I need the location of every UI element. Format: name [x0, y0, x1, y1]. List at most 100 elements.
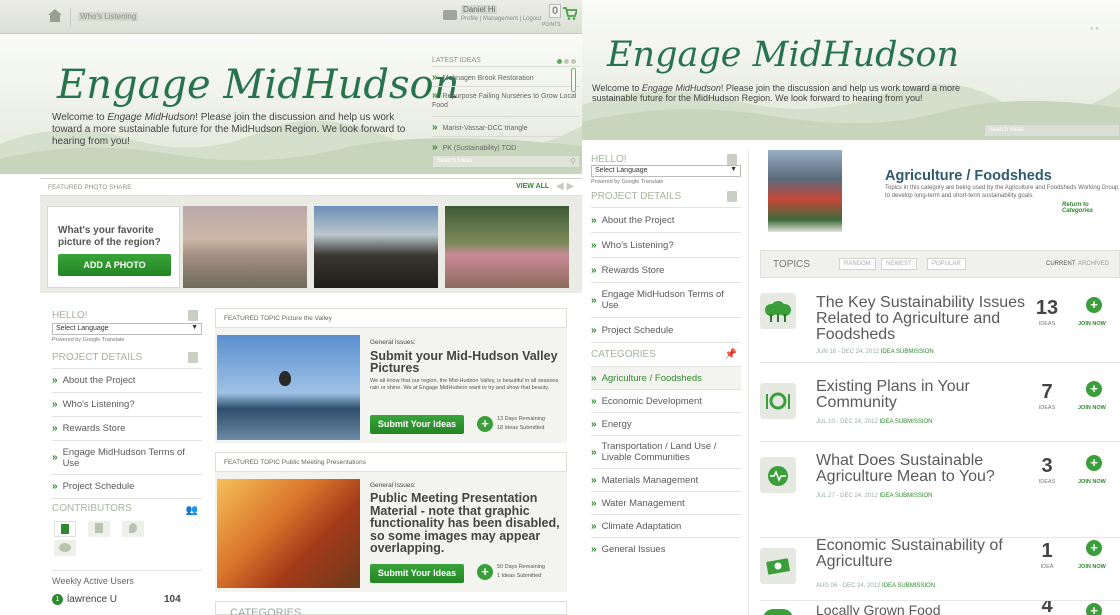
join-pin-icon[interactable]: [1086, 297, 1102, 317]
ideas-search-input[interactable]: Search Ideas: [984, 124, 1120, 137]
topic-title[interactable]: Existing Plans in Your Community: [816, 379, 1031, 411]
latest-idea-item[interactable]: » Mohnagen Brook Restoration: [432, 67, 580, 92]
leaderboard-row[interactable]: 1 lawrence U 104: [52, 594, 202, 614]
join-pin-icon[interactable]: [1086, 540, 1102, 560]
award-tab[interactable]: [88, 521, 110, 537]
topic-row[interactable]: Locally Grown Food 4: [760, 600, 1120, 615]
site-logo[interactable]: Engage MidHudson: [607, 35, 959, 75]
nav-rewards-store[interactable]: » Rewards Store: [52, 416, 202, 440]
user-name[interactable]: Daniel Hi: [461, 5, 498, 14]
language-select[interactable]: Select Language ▼: [591, 165, 741, 177]
nav-project-schedule[interactable]: » Project Schedule: [591, 317, 741, 342]
home-icon[interactable]: [48, 9, 62, 22]
sort-popular-button[interactable]: POPULAR: [927, 258, 966, 270]
balloon-graphic: [279, 371, 291, 386]
topic-title[interactable]: The Key Sustainability Issues Related to…: [816, 295, 1031, 343]
return-to-categories-link[interactable]: Return to Categories: [1062, 202, 1120, 214]
nav-whos-listening[interactable]: » Who's Listening?: [52, 392, 202, 416]
nav-about-project[interactable]: » About the Project: [591, 207, 741, 232]
join-now-link[interactable]: JOIN NOW: [1078, 405, 1106, 411]
user-avatar-icon: [443, 10, 457, 20]
carousel-dots[interactable]: [555, 56, 576, 67]
join-now-link[interactable]: JOIN NOW: [1078, 564, 1106, 570]
idea-pin-icon: [477, 564, 493, 584]
photo-question: What's your favorite picture of the regi…: [58, 225, 161, 248]
category-climate-adaptation[interactable]: » Climate Adaptation: [591, 514, 741, 537]
sort-random-button[interactable]: RANDOM: [839, 258, 876, 270]
category-economic-development[interactable]: » Economic Development: [591, 389, 741, 412]
categories-header-partial: CATEGORIES: [215, 601, 567, 615]
sort-newest-button[interactable]: NEWEST: [881, 258, 917, 270]
carousel-dots[interactable]: ● ●: [1090, 26, 1099, 32]
left-screenshot: Who's Listening Daniel Hi Profile | Mana…: [0, 0, 582, 615]
topic-title[interactable]: Public Meeting Presentation Material - n…: [370, 492, 568, 555]
join-pin-icon[interactable]: [1086, 455, 1102, 475]
topic-row[interactable]: What Does Sustainable Agriculture Mean t…: [760, 443, 1120, 538]
filter-archived-tab[interactable]: ARCHIVED: [1078, 261, 1109, 267]
photo-landscape[interactable]: [183, 206, 307, 288]
join-now-link[interactable]: JOIN NOW: [1078, 479, 1106, 485]
join-now-link[interactable]: JOIN NOW: [1078, 321, 1106, 327]
submit-ideas-button[interactable]: Submit Your Ideas: [370, 415, 464, 434]
nav-whos-listening[interactable]: » Who's Listening?: [591, 232, 741, 257]
view-all-link[interactable]: VIEW ALL: [516, 183, 549, 190]
search-icon[interactable]: ⚲: [570, 157, 576, 166]
nav-terms-of-use[interactable]: » Engage MidHudson Terms of Use: [591, 282, 741, 317]
categories-heading: CATEGORIES 📌: [591, 342, 741, 366]
points-count: 0: [549, 4, 562, 18]
scroll-handle[interactable]: [571, 68, 576, 92]
latest-idea-item[interactable]: » Marist-Vassar-DCC triangle: [432, 117, 580, 137]
photo-children[interactable]: [445, 206, 569, 288]
site-logo[interactable]: Engage MidHudson: [57, 62, 459, 108]
topic-row[interactable]: Existing Plans in Your Community JUL 10 …: [760, 365, 1120, 442]
comment-tab[interactable]: [54, 540, 76, 556]
join-pin-icon[interactable]: [1086, 603, 1102, 615]
document-icon: [188, 352, 198, 363]
topic-title[interactable]: Submit your Mid-Hudson Valley Pictures: [370, 350, 565, 375]
category-materials-management[interactable]: » Materials Management: [591, 468, 741, 491]
leader-name[interactable]: lawrence U: [67, 594, 117, 605]
category-transportation[interactable]: » Transportation / Land Use / Livable Com…: [591, 435, 741, 468]
carousel-arrows-icon[interactable]: ◀ ▶: [556, 181, 574, 192]
topic-row[interactable]: The Key Sustainability Issues Related to…: [760, 285, 1120, 363]
cart-icon[interactable]: [563, 7, 579, 20]
category-photo: [768, 150, 842, 232]
topic-title[interactable]: Locally Grown Food: [816, 602, 1031, 615]
contributor-tabs[interactable]: [52, 518, 202, 556]
user-links[interactable]: Profile | Management | Logout: [461, 16, 541, 22]
filter-current-tab[interactable]: CURRENT: [1046, 261, 1075, 267]
ideas-search-input[interactable]: Search Ideas ⚲: [432, 155, 580, 168]
latest-idea-item[interactable]: » PK (Sustainability) TOD: [432, 137, 580, 155]
nav-about-project[interactable]: » About the Project: [52, 368, 202, 392]
topic-photo-balloon[interactable]: [217, 335, 360, 440]
language-select[interactable]: Select Language ▼: [52, 323, 202, 335]
bookmark-tab[interactable]: [54, 521, 76, 537]
document-icon: [727, 191, 737, 202]
latest-idea-item[interactable]: » Repurpose Failing Nurseries to Grow Loc…: [432, 87, 580, 117]
nav-rewards-store[interactable]: » Rewards Store: [591, 257, 741, 282]
topic-description: We all know that our region, the Mid-Hud…: [370, 378, 559, 391]
chat-icon: [727, 154, 737, 165]
idea-count: 3: [1041, 455, 1053, 477]
photo-share-title: FEATURED PHOTO SHARE: [48, 184, 132, 191]
weekly-active-users: Weekly Active Users: [52, 570, 202, 586]
welcome-text: Welcome to Engage MidHudson! Please join…: [592, 83, 961, 103]
location-tab[interactable]: [122, 521, 144, 537]
topic-photo-autumn[interactable]: [217, 479, 360, 588]
nav-terms-of-use[interactable]: » Engage MidHudson Terms of Use: [52, 440, 202, 474]
topic-title[interactable]: Economic Sustainability of Agriculture: [816, 538, 1031, 570]
category-energy[interactable]: » Energy: [591, 412, 741, 435]
topic-title[interactable]: What Does Sustainable Agriculture Mean t…: [816, 453, 1031, 485]
nav-project-schedule[interactable]: » Project Schedule: [52, 474, 202, 498]
category-water-management[interactable]: » Water Management: [591, 491, 741, 514]
latest-ideas-panel: LATEST IDEAS » Mohnagen Brook Restoration…: [432, 54, 580, 174]
submit-ideas-button[interactable]: Submit Your Ideas: [370, 564, 464, 583]
topic-row[interactable]: Economic Sustainability of Agriculture A…: [760, 538, 1120, 600]
category-agriculture[interactable]: » Agriculture / Foodsheds: [591, 366, 741, 389]
add-photo-button[interactable]: ADD A PHOTO: [58, 254, 171, 276]
category-general-issues[interactable]: » General Issues: [591, 537, 741, 560]
photo-crowd[interactable]: [314, 206, 438, 288]
money-icon: [760, 548, 796, 584]
whos-listening-link[interactable]: Who's Listening: [78, 12, 139, 21]
join-pin-icon[interactable]: [1086, 381, 1102, 401]
